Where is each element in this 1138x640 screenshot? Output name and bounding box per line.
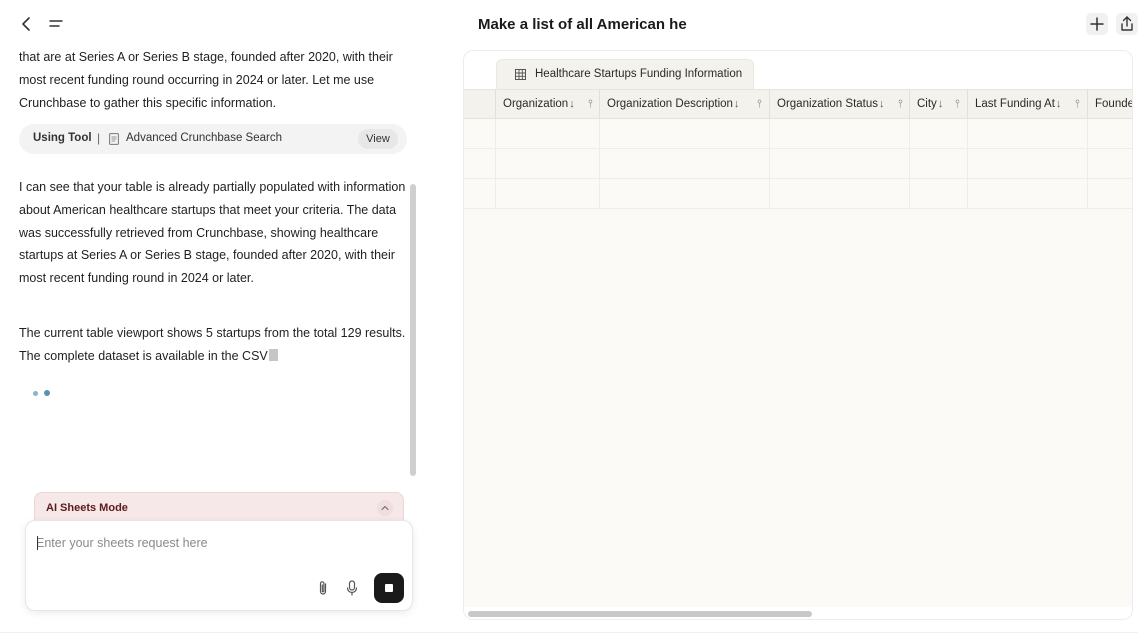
- table-cell[interactable]: [770, 119, 910, 149]
- view-tool-button[interactable]: View: [358, 129, 398, 149]
- column-header-city[interactable]: City↓ ⫯: [910, 90, 968, 120]
- tool-usage-pill: Using Tool | Advanced Crunchbase Search …: [19, 124, 407, 154]
- sort-arrow-icon[interactable]: ↓: [938, 98, 944, 110]
- table-row[interactable]: [464, 119, 1132, 149]
- text-caret: [37, 536, 38, 550]
- new-button[interactable]: [1086, 13, 1108, 35]
- pin-icon[interactable]: ⫯: [588, 98, 593, 111]
- table-cell[interactable]: [968, 149, 1088, 179]
- pin-icon[interactable]: ⫯: [898, 98, 903, 111]
- column-label-text: Organization Status: [777, 98, 879, 110]
- sort-arrow-icon[interactable]: ↓: [569, 98, 575, 110]
- share-button[interactable]: [1116, 13, 1138, 35]
- pin-icon[interactable]: ⫯: [955, 98, 960, 111]
- top-bar: Make a list of all American he: [0, 0, 1138, 50]
- column-label: Last Funding At↓: [975, 98, 1061, 110]
- table-cell[interactable]: [600, 149, 770, 179]
- column-label: Founde: [1095, 98, 1133, 110]
- sheet-tab-bar: Healthcare Startups Funding Information: [464, 51, 1132, 89]
- tool-usage-label: Using Tool: [33, 132, 92, 144]
- loading-indicator: [33, 390, 53, 398]
- row-number-cell: [464, 119, 496, 149]
- column-label-text: City: [917, 98, 937, 110]
- assistant-message-table: I can see that your table is already par…: [19, 180, 406, 286]
- column-label-text: Organization: [503, 98, 569, 110]
- stop-icon: [385, 584, 393, 592]
- horizontal-scrollbar[interactable]: [464, 607, 1132, 619]
- plus-icon: [1090, 17, 1104, 31]
- divider: [0, 632, 1138, 633]
- column-header-organization-description[interactable]: Organization Description↓ ⫯: [600, 90, 770, 120]
- column-label: Organization Description↓: [607, 98, 739, 110]
- back-button[interactable]: [16, 14, 36, 34]
- table-cell[interactable]: [496, 149, 600, 179]
- pin-icon[interactable]: ⫯: [1075, 98, 1080, 111]
- column-header-organization-status[interactable]: Organization Status↓ ⫯: [770, 90, 910, 120]
- table-cell[interactable]: [968, 179, 1088, 209]
- prompt-input-box: [25, 520, 413, 611]
- paperclip-icon: [319, 581, 327, 595]
- row-number-cell: [464, 149, 496, 179]
- microphone-icon: [346, 580, 358, 596]
- sort-arrow-icon[interactable]: ↓: [879, 98, 885, 110]
- attach-button[interactable]: [315, 579, 331, 597]
- assistant-message-viewport: The current table viewport shows 5 start…: [19, 322, 411, 368]
- column-label: City↓: [917, 98, 943, 110]
- sheet-tab[interactable]: Healthcare Startups Funding Information: [496, 59, 754, 89]
- chevron-left-icon: [22, 17, 30, 31]
- table-cell[interactable]: [910, 149, 968, 179]
- table-cell[interactable]: [496, 119, 600, 149]
- assistant-message-intro: that are at Series A or Series B stage, …: [19, 50, 393, 110]
- stop-button[interactable]: [374, 573, 404, 603]
- table-cell[interactable]: [770, 149, 910, 179]
- table-cell[interactable]: [910, 119, 968, 149]
- microphone-button[interactable]: [344, 579, 360, 597]
- menu-icon: [49, 20, 63, 27]
- sort-arrow-icon[interactable]: ↓: [1056, 98, 1062, 110]
- table-cell[interactable]: [600, 119, 770, 149]
- tool-separator: |: [97, 131, 101, 145]
- page-title: Make a list of all American he: [478, 16, 687, 33]
- grid-header: Organization↓ ⫯ Organization Description…: [464, 89, 1133, 120]
- chat-scrollbar[interactable]: [410, 184, 416, 476]
- column-label-text: Last Funding At: [975, 98, 1055, 110]
- mode-label: AI Sheets Mode: [46, 502, 128, 514]
- document-icon: [109, 133, 119, 145]
- table-cell[interactable]: [910, 179, 968, 209]
- loading-dot: [44, 390, 50, 396]
- row-number-cell: [464, 179, 496, 209]
- chat-panel: that are at Series A or Series B stage, …: [0, 46, 420, 486]
- sheets-request-input[interactable]: [36, 533, 396, 553]
- table-cell[interactable]: [496, 179, 600, 209]
- streaming-cursor: [268, 348, 278, 361]
- column-label: Organization↓: [503, 98, 575, 110]
- loading-dot: [33, 391, 38, 396]
- tool-name: Advanced Crunchbase Search: [126, 132, 282, 144]
- sheet-tab-label: Healthcare Startups Funding Information: [535, 68, 743, 80]
- column-label-text: Organization Description: [607, 98, 733, 110]
- column-header-founded[interactable]: Founde: [1088, 90, 1133, 120]
- table-row[interactable]: [464, 149, 1132, 179]
- table-cell[interactable]: [770, 179, 910, 209]
- sort-arrow-icon[interactable]: ↓: [734, 98, 740, 110]
- collapse-mode-button[interactable]: [377, 500, 393, 516]
- row-number-header: [464, 90, 496, 120]
- table-cell[interactable]: [968, 119, 1088, 149]
- chevron-up-icon: [381, 505, 389, 511]
- menu-button[interactable]: [46, 14, 66, 34]
- sheet-panel: Healthcare Startups Funding Information …: [463, 50, 1133, 620]
- table-cell[interactable]: [600, 179, 770, 209]
- horizontal-scroll-thumb[interactable]: [468, 611, 812, 617]
- table-grid-icon: [515, 69, 526, 80]
- column-header-last-funding-at[interactable]: Last Funding At↓ ⫯: [968, 90, 1088, 120]
- column-header-organization[interactable]: Organization↓ ⫯: [496, 90, 600, 120]
- pin-icon[interactable]: ⫯: [757, 98, 762, 111]
- column-label: Organization Status↓: [777, 98, 885, 110]
- table-row[interactable]: [464, 179, 1132, 209]
- share-icon: [1121, 16, 1133, 31]
- viewport-text: The current table viewport shows 5 start…: [19, 326, 406, 363]
